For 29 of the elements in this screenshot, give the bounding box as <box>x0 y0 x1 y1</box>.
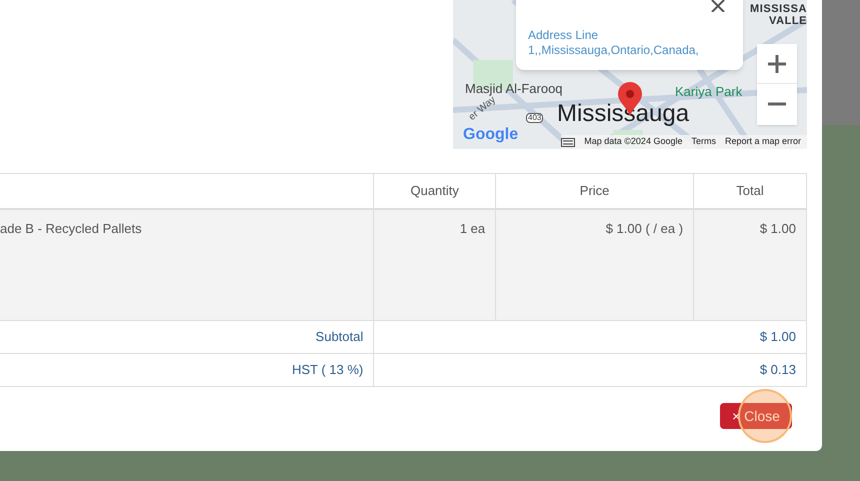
summary-value: $ 1.00 <box>374 320 806 354</box>
close-icon[interactable] <box>711 0 725 12</box>
column-header: Quantity <box>374 174 496 208</box>
attribution-link[interactable]: Map data ©2024 Google <box>584 135 682 149</box>
map-logo: Google <box>463 127 518 143</box>
summary-label: Subtotal <box>0 320 374 354</box>
summary-label: HST ( 13 %) <box>0 354 374 386</box>
click-highlight <box>738 389 792 443</box>
table-cell: ade B - Recycled Pallets <box>0 208 374 320</box>
plus-icon <box>768 54 786 72</box>
map-label: Kariya Park <box>675 85 742 98</box>
map-view[interactable]: Address Line 1,,Mississauga,Ontario,Canada, MISSISSA VALLE Masjid Al-Farooq Kariya Park er Way 403 Mississauga Google Map data ©2024 Google Terms Report a map error <box>453 0 807 149</box>
column-header: Price <box>496 174 694 208</box>
table-cell: $ 1.00 <box>694 208 806 320</box>
map-label: VALLE <box>769 16 807 27</box>
summary-value: $ 0.13 <box>374 354 806 386</box>
minus-icon <box>768 102 786 106</box>
map-label: Mississauga <box>557 102 690 126</box>
map-label: er Way <box>467 95 498 123</box>
map-label: Masjid Al-Farooq <box>465 82 563 95</box>
map-label: MISSISSA <box>750 4 807 15</box>
table-cell: $ 1.00 ( / ea ) <box>496 208 694 320</box>
popup-address: Address Line 1,,Mississauga,Ontario,Canada, <box>528 28 700 58</box>
keyboard-icon[interactable] <box>561 138 576 146</box>
table-cell: 1 ea <box>374 208 496 320</box>
attribution-link[interactable]: Report a map error <box>724 135 801 149</box>
column-header: Total <box>694 174 806 208</box>
attribution-link[interactable]: Terms <box>691 135 716 149</box>
map-label: 403 <box>526 113 544 123</box>
